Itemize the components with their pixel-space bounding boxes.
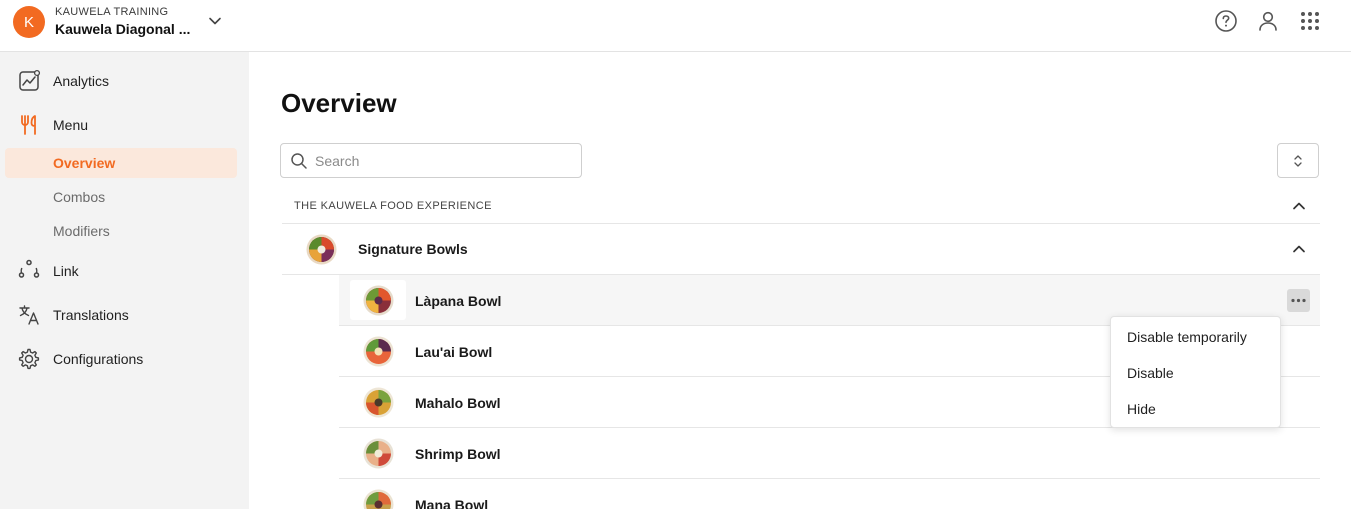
- sidebar-item-analytics[interactable]: Analytics: [0, 63, 249, 99]
- menu-option-disable-temporarily[interactable]: Disable temporarily: [1111, 319, 1282, 355]
- category-row[interactable]: Signature Bowls: [282, 224, 1320, 275]
- menu-item-row[interactable]: Shrimp Bowl: [339, 428, 1320, 479]
- category-title: Signature Bowls: [358, 241, 468, 257]
- sidebar-item-menu[interactable]: Menu: [0, 107, 249, 143]
- sidebar-item-label: Translations: [53, 307, 129, 323]
- analytics-icon: [19, 69, 41, 91]
- chevron-down-icon[interactable]: [206, 12, 224, 30]
- sidebar-item-label: Analytics: [53, 73, 110, 89]
- sidebar-subitem-combos[interactable]: Combos: [5, 182, 237, 212]
- link-icon: [18, 259, 40, 278]
- item-thumbnail: [363, 336, 394, 367]
- sidebar-subitem-modifiers[interactable]: Modifiers: [5, 216, 237, 246]
- sidebar: Analytics Menu Overview Combos Modifiers…: [0, 52, 249, 509]
- sort-button[interactable]: [1277, 143, 1319, 178]
- org-name[interactable]: Kauwela Diagonal ...: [55, 21, 190, 37]
- sidebar-item-label: Link: [53, 263, 79, 279]
- org-avatar[interactable]: K: [13, 6, 45, 38]
- sidebar-subitem-label: Combos: [53, 189, 106, 205]
- menu-item-label: Mana Bowl: [415, 497, 489, 509]
- menu-option-hide[interactable]: Hide: [1111, 391, 1282, 427]
- main-content: Overview THE KAUWELA FOOD EXPERIENCE: [249, 52, 1351, 509]
- sidebar-item-label: Menu: [53, 117, 89, 133]
- sidebar-subitem-label: Overview: [53, 155, 116, 171]
- item-options-menu: Disable temporarily Disable Hide: [1110, 316, 1281, 428]
- more-horizontal-icon: [1291, 298, 1306, 303]
- page-title: Overview: [281, 88, 397, 118]
- section-header[interactable]: THE KAUWELA FOOD EXPERIENCE: [282, 188, 1320, 224]
- sidebar-item-configurations[interactable]: Configurations: [0, 341, 249, 377]
- sidebar-subitem-overview[interactable]: Overview: [5, 148, 237, 178]
- sidebar-item-link[interactable]: Link: [0, 253, 249, 289]
- section-title: THE KAUWELA FOOD EXPERIENCE: [294, 200, 492, 212]
- sidebar-item-label: Configurations: [53, 351, 144, 367]
- sort-arrows-icon: [1294, 154, 1302, 167]
- chevron-up-icon[interactable]: [1291, 198, 1307, 214]
- item-thumbnail: [363, 285, 394, 316]
- search-icon: [291, 153, 307, 169]
- search-box[interactable]: [280, 143, 582, 178]
- item-thumbnail: [363, 438, 394, 469]
- more-options-button[interactable]: [1287, 289, 1310, 312]
- menu-item-label: Shrimp Bowl: [415, 446, 501, 462]
- top-bar: K KAUWELA TRAINING Kauwela Diagonal ...: [0, 0, 1351, 52]
- menu-item-label: Làpana Bowl: [415, 293, 502, 309]
- menu-item-label: Mahalo Bowl: [415, 395, 501, 411]
- menu-item-row[interactable]: Mana Bowl: [339, 479, 1320, 509]
- chevron-up-icon[interactable]: [1291, 241, 1307, 257]
- org-subtitle: KAUWELA TRAINING: [55, 6, 169, 18]
- menu-option-disable[interactable]: Disable: [1111, 355, 1282, 391]
- search-input[interactable]: [315, 150, 565, 172]
- menu-item-label: Lau'ai Bowl: [415, 344, 493, 360]
- sidebar-subitem-label: Modifiers: [53, 223, 110, 239]
- fork-knife-icon: [21, 115, 36, 135]
- help-icon[interactable]: [1213, 8, 1239, 34]
- gear-icon: [18, 348, 40, 370]
- item-thumbnail: [363, 489, 394, 509]
- item-thumbnail: [363, 387, 394, 418]
- user-icon[interactable]: [1255, 8, 1281, 34]
- sidebar-item-translations[interactable]: Translations: [0, 297, 249, 333]
- category-thumbnail: [306, 234, 337, 265]
- translate-icon: [19, 305, 39, 325]
- apps-grid-icon[interactable]: [1297, 8, 1323, 34]
